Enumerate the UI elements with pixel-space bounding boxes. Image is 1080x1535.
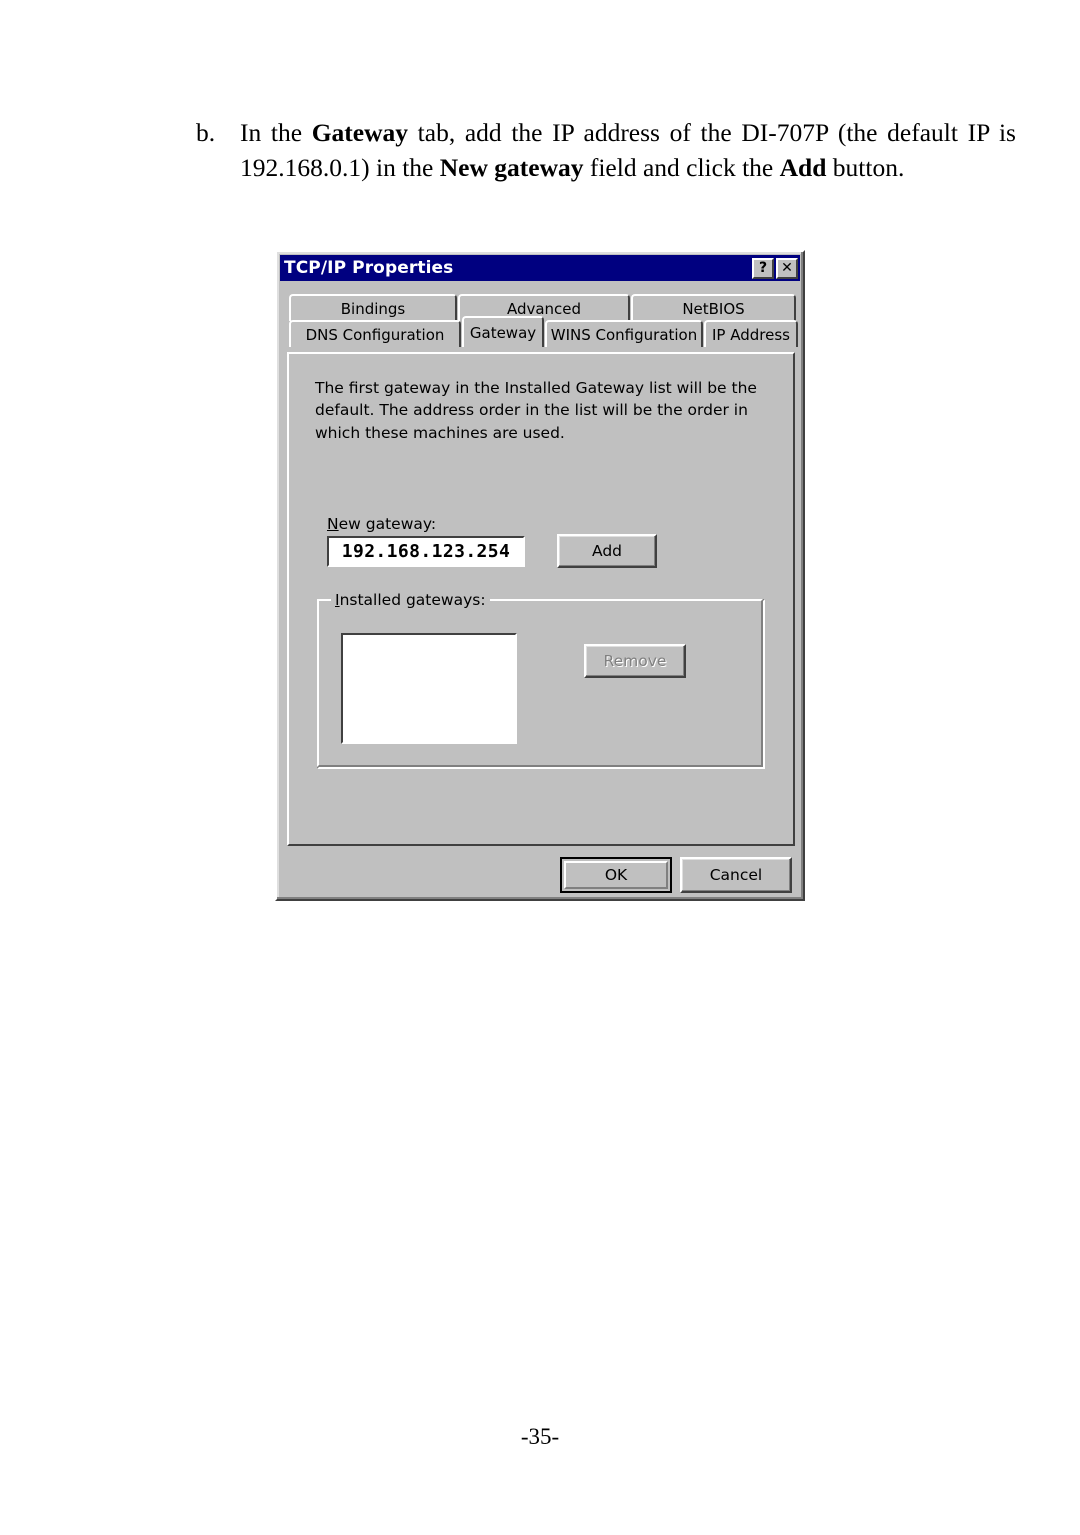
panel-description: The first gateway in the Installed Gatew… — [315, 379, 757, 442]
tab-ip-address[interactable]: IP Address — [704, 320, 798, 347]
tab-dns-configuration[interactable]: DNS Configuration — [289, 320, 461, 347]
remove-button[interactable]: Remove — [584, 644, 686, 678]
tab-wins-configuration[interactable]: WINS Configuration — [545, 320, 703, 347]
tab-bindings[interactable]: Bindings — [289, 294, 457, 321]
dialog-titlebar[interactable]: TCP/IP Properties ? ✕ — [280, 255, 800, 281]
installed-gateways-label: Installed gateways: — [331, 591, 490, 609]
tabstrip: Bindings Advanced NetBIOS DNS Configurat… — [289, 294, 798, 356]
help-icon[interactable]: ? — [752, 257, 774, 279]
new-gateway-input[interactable]: 192.168.123.254 — [327, 536, 525, 567]
step-paragraph: In the Gateway tab, add the IP address o… — [240, 118, 1016, 182]
dialog-title: TCP/IP Properties — [284, 258, 454, 278]
step-marker: b. — [196, 118, 216, 147]
instruction-step: b. In the Gateway tab, add the IP addres… — [196, 116, 1016, 186]
tab-netbios[interactable]: NetBIOS — [631, 294, 796, 321]
page-number: -35- — [520, 1424, 560, 1449]
installed-gateways-group: Installed gateways: Remove — [317, 591, 765, 769]
add-button[interactable]: Add — [557, 534, 657, 568]
tab-gateway[interactable]: Gateway — [462, 316, 544, 347]
close-icon[interactable]: ✕ — [776, 257, 798, 279]
gateway-tab-panel: The first gateway in the Installed Gatew… — [287, 352, 795, 846]
ok-button[interactable]: OK — [560, 857, 672, 893]
new-gateway-label: New gateway: — [327, 515, 437, 533]
installed-gateways-listbox[interactable] — [341, 633, 517, 744]
tcpip-properties-dialog: TCP/IP Properties ? ✕ Bindings Advanced … — [275, 250, 805, 901]
tab-row-bottom: DNS Configuration Gateway WINS Configura… — [289, 316, 799, 347]
ok-button-label: OK — [564, 861, 668, 889]
cancel-button[interactable]: Cancel — [680, 857, 792, 893]
